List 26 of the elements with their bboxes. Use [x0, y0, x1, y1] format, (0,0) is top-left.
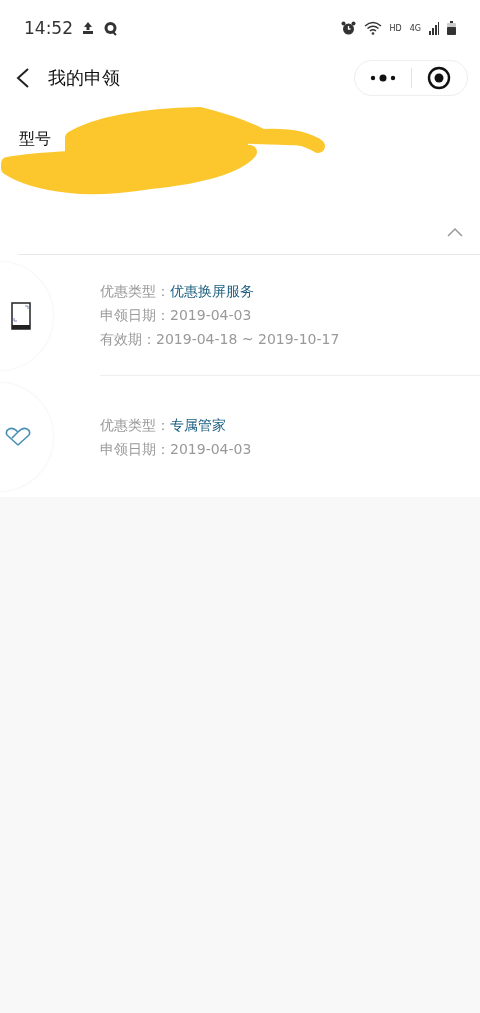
field-label: 优惠类型：	[100, 415, 170, 435]
target-icon	[427, 66, 452, 90]
field-label: 有效期：	[100, 330, 156, 349]
field-value: 2019-04-03	[170, 439, 252, 459]
field-value: 专属管家	[170, 415, 226, 435]
chat-icon	[103, 20, 118, 36]
page-title: 我的申领	[48, 66, 121, 90]
heart-icon	[5, 426, 31, 447]
status-time: 14:52	[24, 18, 73, 38]
wifi-icon	[363, 21, 382, 35]
model-label: 型号	[19, 129, 51, 150]
more-icon	[369, 74, 396, 82]
field-value: 2019-04-18 ~ 2019-10-17	[156, 330, 340, 349]
field-label: 优惠类型：	[100, 282, 170, 301]
field-label: 申领日期：	[100, 439, 170, 459]
signal-icon	[429, 21, 439, 35]
phone-icon	[11, 301, 31, 330]
field-value: 优惠换屏服务	[170, 282, 254, 301]
network-label: HD	[389, 23, 402, 33]
upload-icon	[81, 21, 95, 35]
field-label: 申领日期：	[100, 306, 170, 325]
collapse-icon[interactable]	[447, 227, 463, 237]
field-value: 2019-04-03	[170, 306, 252, 325]
alarm-icon	[340, 20, 356, 36]
battery-icon	[447, 21, 456, 35]
network-type: 4G	[409, 23, 421, 33]
